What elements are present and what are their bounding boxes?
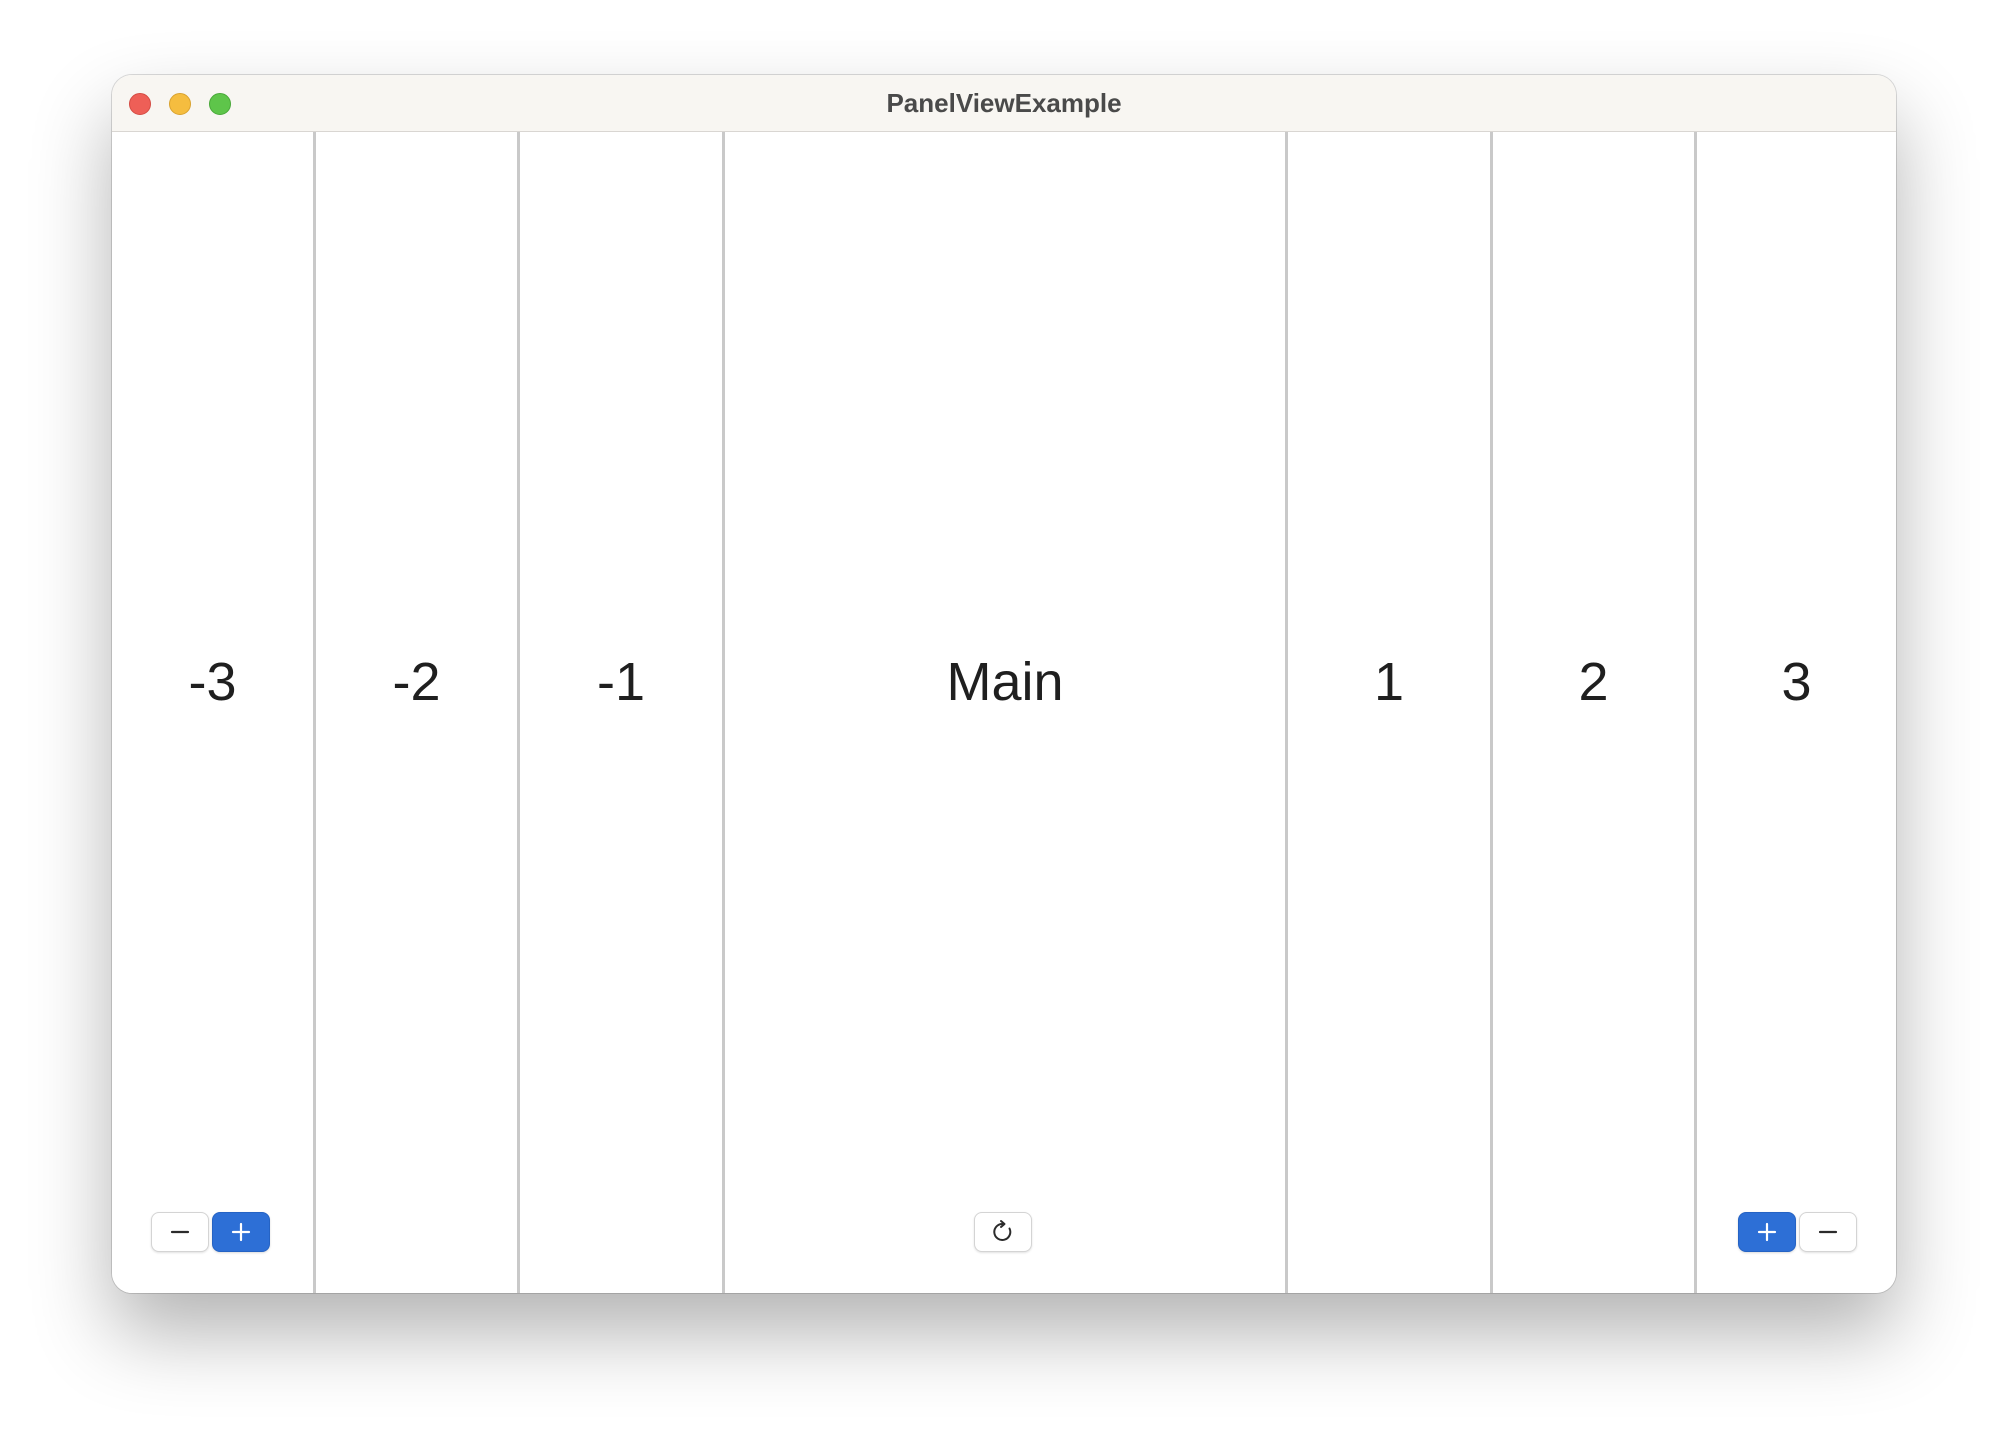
refresh-icon [993, 1220, 1012, 1241]
plus-icon [1757, 1222, 1777, 1242]
panel-left-3: -3 [112, 132, 313, 1293]
panel-label: -1 [596, 652, 645, 712]
panel-container: -3 -2 -1 Main 1 2 3 [112, 132, 1896, 1293]
minus-icon [170, 1230, 190, 1234]
panel-right-1: 1 [1288, 132, 1490, 1293]
add-left-panel-button[interactable] [212, 1212, 270, 1252]
minus-icon [1818, 1230, 1838, 1234]
panel-right-2: 2 [1493, 132, 1694, 1293]
panel-label: Main [946, 652, 1064, 712]
panel-label: 1 [1373, 652, 1405, 712]
panel-label: -2 [392, 652, 441, 712]
panel-main: Main [725, 132, 1285, 1293]
panel-right-3: 3 [1697, 132, 1896, 1293]
add-right-panel-button[interactable] [1738, 1212, 1796, 1252]
app-window: PanelViewExample -3 -2 -1 Main 1 2 3 [112, 75, 1896, 1293]
refresh-button[interactable] [974, 1212, 1032, 1252]
title-bar: PanelViewExample [112, 75, 1896, 132]
window-title: PanelViewExample [886, 88, 1122, 118]
remove-right-panel-button[interactable] [1799, 1212, 1857, 1252]
panel-label: 2 [1578, 652, 1609, 712]
panel-left-1: -1 [520, 132, 722, 1293]
panel-left-2: -2 [316, 132, 517, 1293]
panel-label: -3 [188, 652, 237, 712]
remove-left-panel-button[interactable] [151, 1212, 209, 1252]
panel-label: 3 [1781, 652, 1812, 712]
plus-icon [231, 1222, 251, 1242]
